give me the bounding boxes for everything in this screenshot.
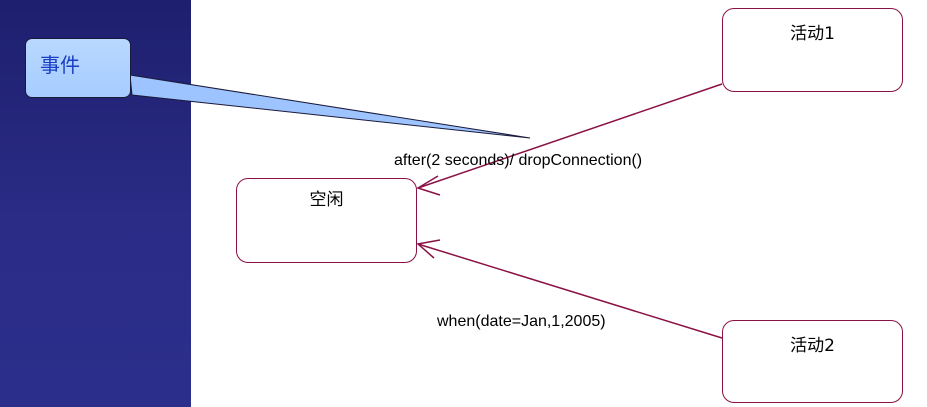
arrowhead-timeout bbox=[416, 175, 441, 196]
transition-label-timeout: after(2 seconds)/ dropConnection() bbox=[394, 152, 643, 169]
transition-label-date: when(date=Jan,1,2005) bbox=[437, 313, 606, 330]
callout-pointer bbox=[129, 74, 531, 139]
event-callout: 事件 bbox=[25, 38, 131, 98]
transition-line-active1-idle bbox=[417, 83, 723, 189]
event-callout-label: 事件 bbox=[40, 53, 80, 77]
state-idle: 空闲 bbox=[236, 178, 417, 263]
state-active1-name: 活动1 bbox=[790, 24, 835, 44]
state-active2-name: 活动2 bbox=[790, 336, 835, 356]
slide-canvas: 事件 空闲 活动1 活动2 after(2 seconds)/ dropConn… bbox=[0, 0, 927, 407]
state-idle-name: 空闲 bbox=[309, 190, 344, 210]
state-active2: 活动2 bbox=[722, 320, 903, 403]
state-active1: 活动1 bbox=[722, 8, 903, 92]
